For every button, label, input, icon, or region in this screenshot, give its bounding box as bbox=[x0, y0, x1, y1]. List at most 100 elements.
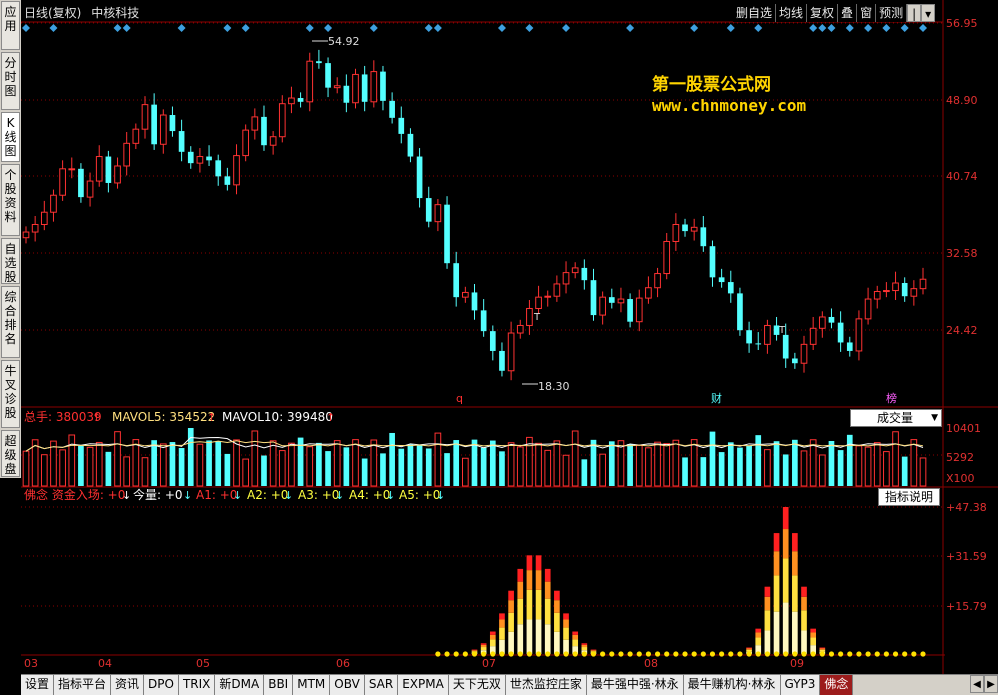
indicator-tick: +47.38 bbox=[946, 501, 987, 514]
indicator-bar bbox=[792, 551, 798, 576]
volume-bar bbox=[352, 439, 359, 487]
candle-body bbox=[343, 85, 350, 103]
collapse-icon[interactable]: | bbox=[907, 4, 922, 22]
signal-diamond-icon bbox=[113, 24, 122, 32]
volume-tick: 10401 bbox=[946, 422, 981, 435]
price-tick: 56.95 bbox=[946, 17, 978, 30]
tab-new-dma[interactable]: 新DMA bbox=[215, 675, 265, 695]
tab-news[interactable]: 资讯 bbox=[111, 675, 145, 695]
signal-diamond-icon bbox=[900, 24, 909, 32]
indicator-bar bbox=[581, 643, 588, 645]
forecast-button[interactable]: 预测 bbox=[876, 4, 908, 22]
tab-strongest[interactable]: 最牛强中强·林永 bbox=[586, 675, 684, 695]
volume-bar bbox=[471, 439, 478, 486]
volume-bar bbox=[178, 448, 185, 486]
volume-bar bbox=[809, 439, 817, 487]
signal-diamond-icon bbox=[562, 24, 571, 32]
mavol10-label: MAVOL10: 399480 bbox=[222, 410, 333, 424]
indicator-bar bbox=[801, 630, 807, 654]
tab-fonian[interactable]: 佛念 bbox=[820, 675, 854, 695]
signal-diamond-icon bbox=[424, 24, 433, 32]
candle-body bbox=[95, 156, 103, 182]
volume-bar bbox=[873, 442, 881, 487]
low-annotation: 18.30 bbox=[522, 380, 570, 393]
indicator-bar bbox=[764, 586, 771, 597]
indicator-bar bbox=[590, 650, 597, 652]
tab-dpo[interactable]: DPO bbox=[144, 675, 179, 695]
indicator-bar bbox=[499, 619, 505, 628]
tab-sar[interactable]: SAR bbox=[364, 675, 399, 695]
candle-body bbox=[617, 298, 625, 304]
indicator-dot bbox=[600, 651, 606, 657]
dropdown-icon[interactable]: ▾ bbox=[921, 4, 936, 22]
volume-bar bbox=[361, 458, 368, 486]
scroll-left-icon[interactable]: ◀ bbox=[970, 675, 984, 693]
adjust-price-button[interactable]: 复权 bbox=[807, 4, 839, 22]
indicator-dot bbox=[892, 651, 899, 657]
tab-gyp3[interactable]: GYP3 bbox=[780, 675, 821, 695]
indicator-dot bbox=[838, 651, 844, 657]
window-button[interactable]: 窗 bbox=[857, 4, 877, 22]
tab-settings[interactable]: 设置 bbox=[21, 675, 55, 695]
volume-bar bbox=[343, 447, 350, 486]
volume-bar bbox=[718, 452, 725, 486]
volume-bar bbox=[105, 451, 112, 486]
indicator-dot bbox=[746, 651, 752, 657]
tab-shijie[interactable]: 世杰监控庄家 bbox=[505, 675, 587, 695]
candle-body bbox=[507, 332, 515, 372]
overlay-button[interactable]: 叠 bbox=[838, 4, 858, 22]
indicator-bar bbox=[535, 589, 542, 620]
candle-body bbox=[873, 290, 881, 300]
indicator-dot bbox=[453, 651, 459, 657]
volume-bars bbox=[22, 428, 927, 487]
tab-scroll: ◀ ▶ bbox=[970, 675, 998, 693]
indicator-tick: +31.59 bbox=[946, 550, 987, 563]
candle-body bbox=[325, 63, 331, 88]
volume-indicator-select[interactable]: 成交量 ▼ bbox=[850, 409, 942, 427]
volume-bar bbox=[398, 448, 405, 486]
signal-diamond-icon bbox=[433, 24, 442, 32]
candle-body bbox=[800, 343, 808, 364]
candle-body bbox=[114, 165, 121, 184]
indicator-dot bbox=[471, 651, 478, 657]
indicator-bar bbox=[535, 570, 542, 590]
tab-expma[interactable]: EXPMA bbox=[398, 675, 449, 695]
volume-bar bbox=[690, 439, 698, 487]
moving-average-button[interactable]: 均线 bbox=[776, 4, 808, 22]
indicator-help-button[interactable]: 指标说明 bbox=[878, 488, 940, 506]
tab-mtm[interactable]: MTM bbox=[293, 675, 331, 695]
bottom-tab-bar: 设置 指标平台 资讯 DPO TRIX 新DMA BBI MTM OBV SAR… bbox=[21, 674, 998, 695]
signal-diamond-icon bbox=[241, 24, 250, 32]
price-tick: 24.42 bbox=[946, 324, 978, 337]
indicator-dot bbox=[481, 651, 487, 657]
indicator-dot bbox=[773, 651, 780, 657]
indicator-bar bbox=[489, 634, 496, 640]
indicator-dot bbox=[682, 651, 688, 657]
scroll-right-icon[interactable]: ▶ bbox=[984, 675, 998, 693]
indicator-dot bbox=[709, 651, 716, 657]
indicator-histogram bbox=[471, 507, 826, 654]
candle-body bbox=[278, 103, 286, 138]
indicator-bar bbox=[590, 649, 597, 651]
candle-body bbox=[233, 155, 240, 186]
candle-body bbox=[78, 168, 84, 198]
volume-bar bbox=[489, 440, 496, 486]
candle-body bbox=[462, 291, 469, 298]
tab-institution[interactable]: 最牛赚机构·林永 bbox=[683, 675, 781, 695]
low-price-label: 18.30 bbox=[538, 380, 570, 393]
tab-obv[interactable]: OBV bbox=[330, 675, 365, 695]
tab-tianxiawushuang[interactable]: 天下无双 bbox=[448, 675, 506, 695]
indicator-bar bbox=[544, 624, 551, 654]
tab-indicator-platform[interactable]: 指标平台 bbox=[54, 675, 112, 695]
volume-bar bbox=[755, 435, 762, 486]
candle-body bbox=[169, 115, 176, 132]
candle-body bbox=[68, 168, 76, 171]
tab-trix[interactable]: TRIX bbox=[178, 675, 216, 695]
tab-bbi[interactable]: BBI bbox=[264, 675, 294, 695]
remove-watchlist-button[interactable]: 删自选 bbox=[733, 4, 777, 22]
chart-title: 日线(复权) 中核科技 bbox=[24, 4, 139, 21]
signal-diamond-icon bbox=[845, 24, 854, 32]
indicator-dot bbox=[819, 651, 825, 657]
volume-bar bbox=[325, 451, 331, 486]
marker-finance: 财 bbox=[711, 391, 722, 405]
